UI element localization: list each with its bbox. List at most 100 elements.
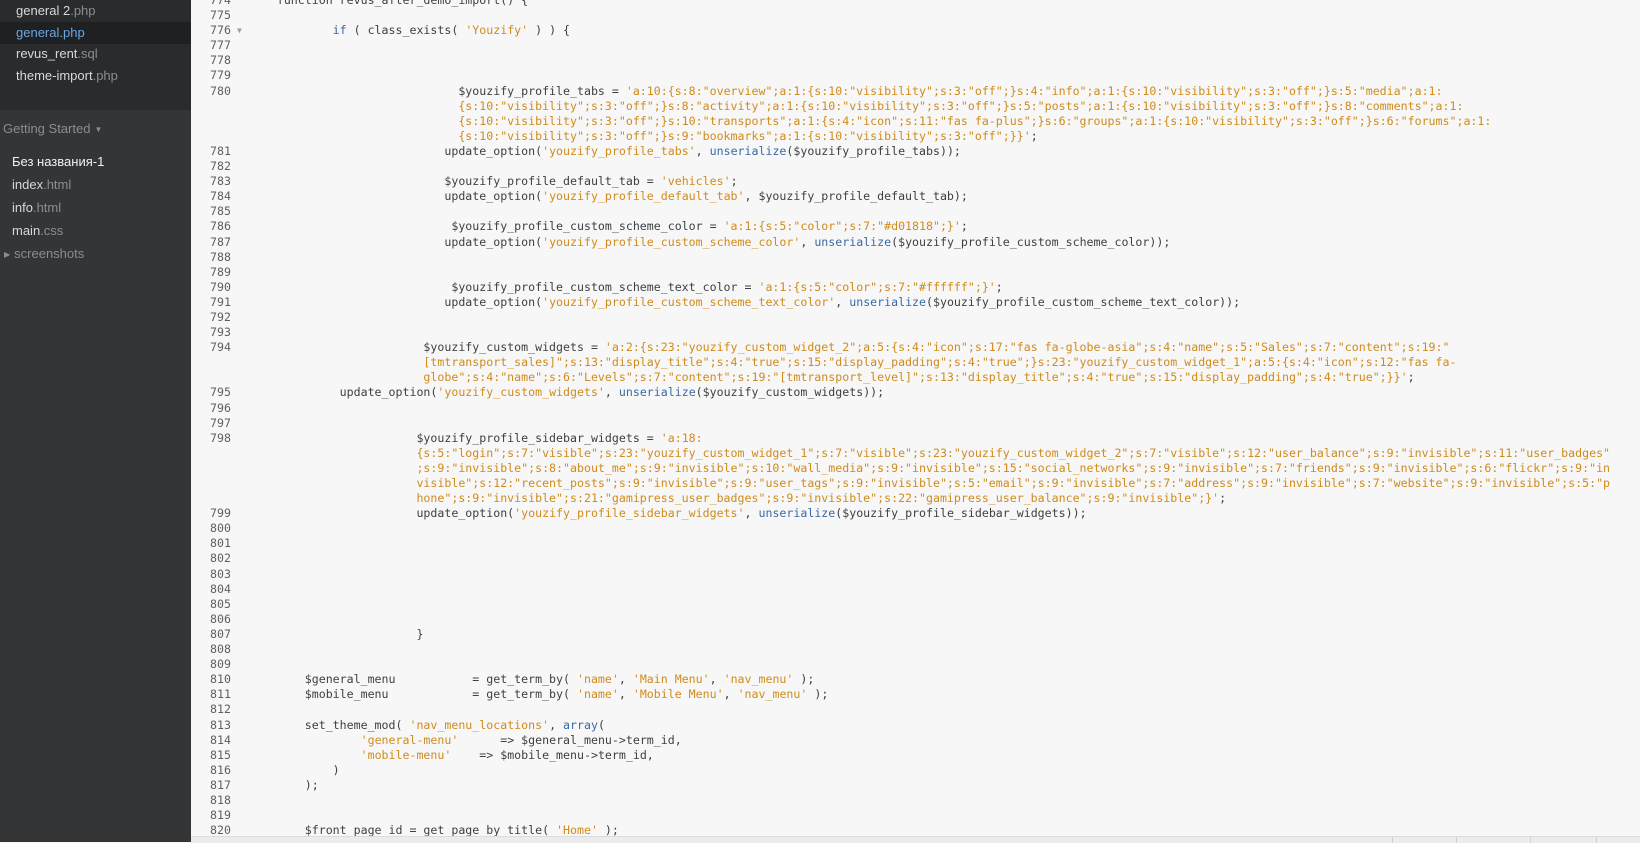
code-line[interactable]: 775 [191, 8, 1640, 23]
code-line[interactable]: 784 update_option('youzify_profile_defau… [191, 189, 1640, 204]
project-group-label: Getting Started [3, 121, 91, 136]
code-line[interactable]: 816 ) [191, 763, 1640, 778]
code-token: ; [1407, 370, 1415, 385]
code-line[interactable]: {s:10:"visibility";s:3:"off";}s:9:"bookm… [191, 129, 1640, 144]
code-line[interactable]: 780 $youzify_profile_tabs = 'a:10:{s:8:"… [191, 84, 1640, 99]
code-token: 'youzify_profile_sidebar_widgets' [514, 506, 745, 521]
code-line[interactable]: 814 'general-menu' => $general_menu->ter… [191, 733, 1640, 748]
code-token: unserialize [814, 234, 892, 249]
code-line[interactable]: 790 $youzify_profile_custom_scheme_text_… [191, 280, 1640, 295]
code-line[interactable]: 815 'mobile-menu' => $mobile_menu->term_… [191, 748, 1640, 763]
code-line[interactable]: {s:10:"visibility";s:3:"off";}s:10:"tran… [191, 114, 1640, 129]
code-editor[interactable]: 774 function revus_after_demo_import() {… [191, 0, 1640, 842]
file-name: main [12, 223, 41, 238]
code-line[interactable]: 792 [191, 310, 1640, 325]
code-line[interactable]: 810 $general_menu = get_term_by( 'name',… [191, 672, 1640, 687]
code-line[interactable]: 813 set_theme_mod( 'nav_menu_locations',… [191, 718, 1640, 733]
code-line[interactable]: 806 [191, 612, 1640, 627]
code-line[interactable]: {s:5:"login";s:7:"visible";s:23:"youzify… [191, 446, 1640, 461]
code-line[interactable]: 777 [191, 38, 1640, 53]
chevron-down-icon: ▼ [94, 124, 103, 134]
line-text: $general_menu = get_term_by( 'name', 'Ma… [221, 672, 815, 687]
line-text: {s:10:"visibility";s:3:"off";}s:10:"tran… [221, 114, 1491, 129]
code-line[interactable]: ;s:9:"invisible";s:8:"about_me";s:9:"inv… [191, 461, 1640, 476]
code-line[interactable]: 783 $youzify_profile_default_tab = 'vehi… [191, 174, 1640, 189]
code-token: , [744, 506, 759, 521]
code-line[interactable]: 788 [191, 250, 1640, 265]
code-token: ($youzify_custom_widgets)); [695, 385, 885, 400]
code-token: ); [807, 687, 829, 702]
status-divider [1530, 837, 1531, 843]
code-token: $mobile_menu = get_term_by( [221, 687, 577, 702]
code-line[interactable]: 817 ); [191, 778, 1640, 793]
code-line[interactable]: 808 [191, 642, 1640, 657]
file-ext: .css [40, 223, 64, 238]
code-line[interactable]: 804 [191, 582, 1640, 597]
code-line[interactable]: 779 [191, 68, 1640, 83]
code-line[interactable]: visible";s:12:"recent_posts";s:9:"invisi… [191, 476, 1640, 491]
code-line[interactable]: 799 update_option('youzify_profile_sideb… [191, 506, 1640, 521]
code-line[interactable]: 802 [191, 551, 1640, 566]
code-line[interactable]: 785 [191, 204, 1640, 219]
code-line[interactable]: hone";s:9:"invisible";s:21:"gamipress_us… [191, 491, 1640, 506]
line-text: $mobile_menu = get_term_by( 'name', 'Mob… [221, 687, 829, 702]
line-number: 785 [210, 204, 231, 219]
code-line[interactable]: 789 [191, 265, 1640, 280]
code-line[interactable]: 819 [191, 808, 1640, 823]
code-token: 'Main Menu' [632, 672, 710, 687]
code-line[interactable]: 809 [191, 657, 1640, 672]
code-line[interactable]: globe";s:4:"name";s:6:"Levels";s:7:"cont… [191, 370, 1640, 385]
code-line[interactable]: 776 ▼ if ( class_exists( 'Youzify' ) ) { [191, 23, 1640, 38]
code-line[interactable]: 794 $youzify_custom_widgets = 'a:2:{s:23… [191, 340, 1640, 355]
line-text: ;s:9:"invisible";s:8:"about_me";s:9:"inv… [221, 461, 1610, 476]
code-line[interactable]: 805 [191, 597, 1640, 612]
open-file-general[interactable]: general.php [0, 22, 191, 44]
line-number: 808 [210, 642, 231, 657]
code-line[interactable]: 801 [191, 536, 1640, 551]
open-file-theme-import[interactable]: theme-import.php [0, 65, 191, 87]
code-token: update_option( [221, 189, 543, 204]
code-line[interactable]: 786 $youzify_profile_custom_scheme_color… [191, 219, 1640, 234]
code-line[interactable]: [tmtransport_sales]";s:13:"display_title… [191, 355, 1640, 370]
code-line[interactable]: 800 [191, 521, 1640, 536]
code-line[interactable]: 795 update_option('youzify_custom_widget… [191, 385, 1640, 400]
status-divider [1392, 837, 1393, 843]
code-token: ; [730, 174, 738, 189]
project-file-index[interactable]: index.html [0, 174, 191, 196]
code-token: , [618, 672, 633, 687]
code-line[interactable]: 778 [191, 53, 1640, 68]
code-line[interactable]: 782 [191, 159, 1640, 174]
code-line[interactable]: 781 update_option('youzify_profile_tabs'… [191, 144, 1640, 159]
project-file-info[interactable]: info.html [0, 197, 191, 219]
code-token: ); [793, 672, 815, 687]
code-line[interactable]: 798 $youzify_profile_sidebar_widgets = '… [191, 431, 1640, 446]
open-file-general-2[interactable]: general 2.php [0, 0, 191, 22]
code-line[interactable]: 797 [191, 416, 1640, 431]
code-line[interactable]: 787 update_option('youzify_profile_custo… [191, 235, 1640, 250]
folder-screenshots[interactable]: ▶ screenshots [0, 243, 191, 265]
file-name: general 2 [16, 3, 71, 18]
open-file-revus-rent[interactable]: revus_rent.sql [0, 43, 191, 65]
code-line[interactable]: 803 [191, 567, 1640, 582]
code-line[interactable]: 791 update_option('youzify_profile_custo… [191, 295, 1640, 310]
code-token: ; [1219, 491, 1227, 506]
file-name: index [12, 177, 44, 192]
project-group-header[interactable]: Getting Started ▼ [3, 118, 102, 140]
code-line[interactable]: 807 } [191, 627, 1640, 642]
code-line[interactable]: {s:10:"visibility";s:3:"off";}s:8:"activ… [191, 99, 1640, 114]
code-line[interactable]: 793 [191, 325, 1640, 340]
code-line[interactable]: 774 function revus_after_demo_import() { [191, 0, 1640, 8]
code-token: ) ) { [528, 23, 571, 38]
project-file-untitled[interactable]: Без названия-1 [0, 151, 191, 173]
line-text: set_theme_mod( 'nav_menu_locations', arr… [221, 718, 605, 733]
line-number: 796 [210, 400, 231, 415]
project-file-main[interactable]: main.css [0, 220, 191, 242]
code-line[interactable]: 811 $mobile_menu = get_term_by( 'name', … [191, 687, 1640, 702]
code-line[interactable]: 812 [191, 702, 1640, 717]
line-text: update_option('youzify_profile_custom_sc… [221, 295, 1240, 310]
line-text: update_option('youzify_profile_custom_sc… [221, 235, 1170, 250]
code-line[interactable]: 818 [191, 793, 1640, 808]
code-line[interactable]: 796 [191, 401, 1640, 416]
code-token: ); [221, 777, 319, 792]
